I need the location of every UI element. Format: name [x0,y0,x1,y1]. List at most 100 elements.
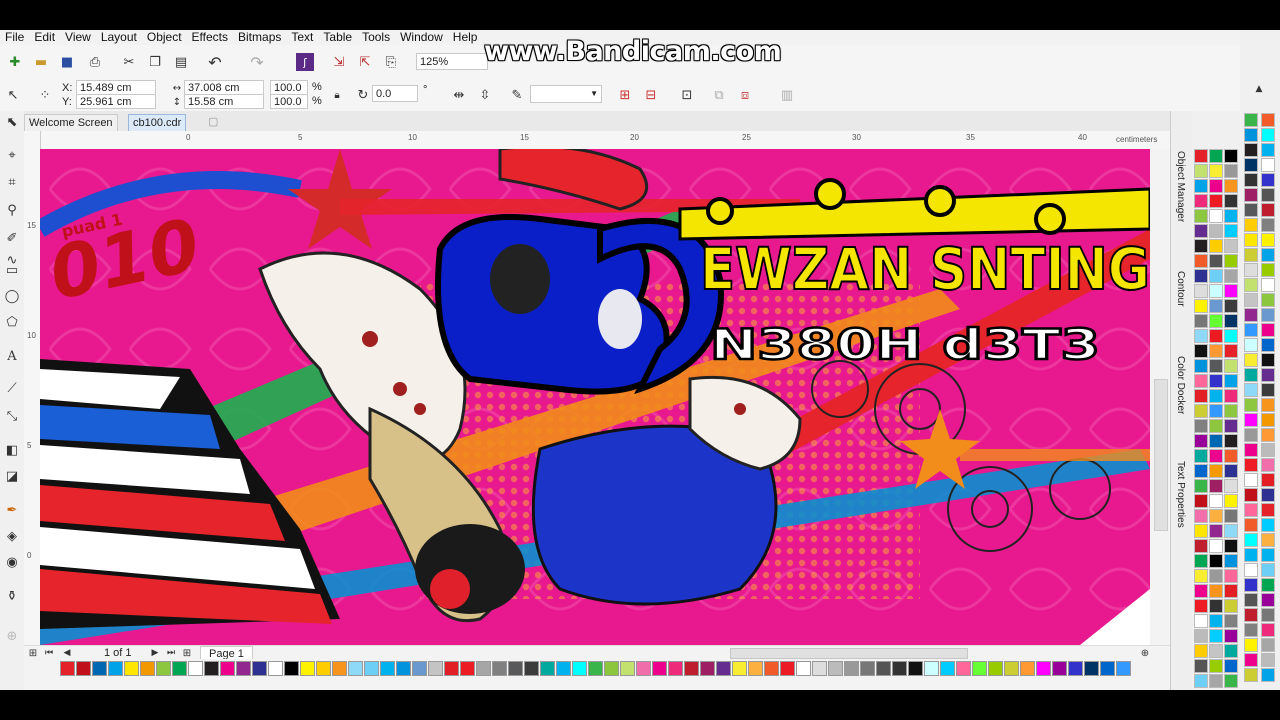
color-swatch[interactable] [1244,383,1258,397]
color-swatch[interactable] [1261,188,1275,202]
color-swatch[interactable] [1261,173,1275,187]
x-position-field[interactable]: 15.489 cm [76,80,156,95]
color-swatch[interactable] [1004,661,1019,676]
color-swatch[interactable] [1209,464,1223,478]
color-swatch[interactable] [1261,623,1275,637]
color-swatch[interactable] [1209,449,1223,463]
vertical-scroll-thumb[interactable] [1154,379,1168,531]
color-swatch[interactable] [92,661,107,676]
color-swatch[interactable] [604,661,619,676]
color-swatch[interactable] [1209,344,1223,358]
color-swatch[interactable] [1261,248,1275,262]
color-swatch[interactable] [1244,503,1258,517]
color-swatch[interactable] [1194,644,1208,658]
color-swatch[interactable] [1224,404,1238,418]
menu-window[interactable]: Window [395,30,448,45]
menu-view[interactable]: View [60,30,96,45]
color-swatch[interactable] [348,661,363,676]
color-swatch[interactable] [940,661,955,676]
color-swatch[interactable] [1194,419,1208,433]
color-swatch[interactable] [1244,113,1258,127]
color-swatch[interactable] [1194,194,1208,208]
import-icon[interactable]: ⇲ [330,53,348,71]
color-swatch[interactable] [1224,659,1238,673]
color-swatch[interactable] [1244,308,1258,322]
color-swatch[interactable] [1209,584,1223,598]
color-swatch[interactable] [1224,374,1238,388]
color-swatch[interactable] [876,661,891,676]
color-swatch[interactable] [1194,149,1208,163]
color-swatch[interactable] [300,661,315,676]
color-swatch[interactable] [1116,661,1131,676]
outline-pen-icon[interactable]: ✎ [508,86,526,104]
color-swatch[interactable] [1224,149,1238,163]
color-swatch[interactable] [1194,539,1208,553]
interactive-fill-icon[interactable]: ◈ [3,527,21,545]
color-swatch[interactable] [1244,668,1258,682]
color-swatch[interactable] [1209,269,1223,283]
tab-cb100[interactable]: cb100.cdr [128,114,187,131]
palette-scroll-up-icon[interactable]: ▲ [1250,80,1268,98]
color-swatch[interactable] [1261,338,1275,352]
color-swatch[interactable] [1194,179,1208,193]
color-swatch[interactable] [1194,374,1208,388]
color-swatch[interactable] [1209,614,1223,628]
menu-bitmaps[interactable]: Bitmaps [233,30,286,45]
zoom-tool-icon[interactable]: ⚲ [3,201,21,219]
color-swatch[interactable] [1224,464,1238,478]
color-swatch[interactable] [1209,299,1223,313]
color-swatch[interactable] [1224,314,1238,328]
shape-tool-icon[interactable]: ⌖ [3,146,21,164]
color-swatch[interactable] [1194,209,1208,223]
color-swatch[interactable] [508,661,523,676]
color-swatch[interactable] [1244,578,1258,592]
color-swatch[interactable] [1244,638,1258,652]
color-swatch[interactable] [1244,593,1258,607]
color-swatch[interactable] [1209,599,1223,613]
color-swatch[interactable] [1244,143,1258,157]
color-swatch[interactable] [1244,248,1258,262]
color-swatch[interactable] [380,661,395,676]
artwork[interactable]: 010 puad 1 EWZAN SNTING N380H d3T3 [40,149,1170,645]
scale-height-field[interactable]: 100.0 [270,94,308,109]
color-swatch[interactable] [1224,239,1238,253]
color-swatch[interactable] [1261,458,1275,472]
color-swatch[interactable] [1194,359,1208,373]
color-swatch[interactable] [1261,473,1275,487]
color-swatch[interactable] [1209,314,1223,328]
color-swatch[interactable] [1261,578,1275,592]
color-swatch[interactable] [1209,539,1223,553]
color-swatch[interactable] [1224,584,1238,598]
color-swatch[interactable] [1194,269,1208,283]
color-swatch[interactable] [1224,284,1238,298]
color-swatch[interactable] [1194,614,1208,628]
color-swatch[interactable] [188,661,203,676]
crop-tool-icon[interactable]: ⌗ [3,173,21,191]
color-swatch[interactable] [764,661,779,676]
color-swatch[interactable] [156,661,171,676]
color-swatch[interactable] [1261,653,1275,667]
color-swatch[interactable] [1194,329,1208,343]
wrap-text-icon[interactable]: ▥ [778,86,796,104]
color-swatch[interactable] [652,661,667,676]
horizontal-scroll-thumb[interactable] [730,648,968,659]
color-swatch[interactable] [780,661,795,676]
color-swatch[interactable] [1224,329,1238,343]
rotation-field[interactable]: 0.0 [372,85,418,102]
color-swatch[interactable] [1244,443,1258,457]
transparency-tool-icon[interactable]: ◪ [3,467,21,485]
color-swatch[interactable] [1209,254,1223,268]
copy-icon[interactable]: ❐ [146,53,164,71]
color-swatch[interactable] [1224,344,1238,358]
color-swatch[interactable] [412,661,427,676]
polygon-tool-icon[interactable]: ⬠ [3,313,21,331]
color-swatch[interactable] [332,661,347,676]
color-swatch[interactable] [1244,188,1258,202]
color-swatch[interactable] [1209,419,1223,433]
color-swatch[interactable] [1261,368,1275,382]
color-swatch[interactable] [1084,661,1099,676]
color-swatch[interactable] [1209,659,1223,673]
color-swatch[interactable] [908,661,923,676]
color-swatch[interactable] [1209,389,1223,403]
color-swatch[interactable] [1194,224,1208,238]
